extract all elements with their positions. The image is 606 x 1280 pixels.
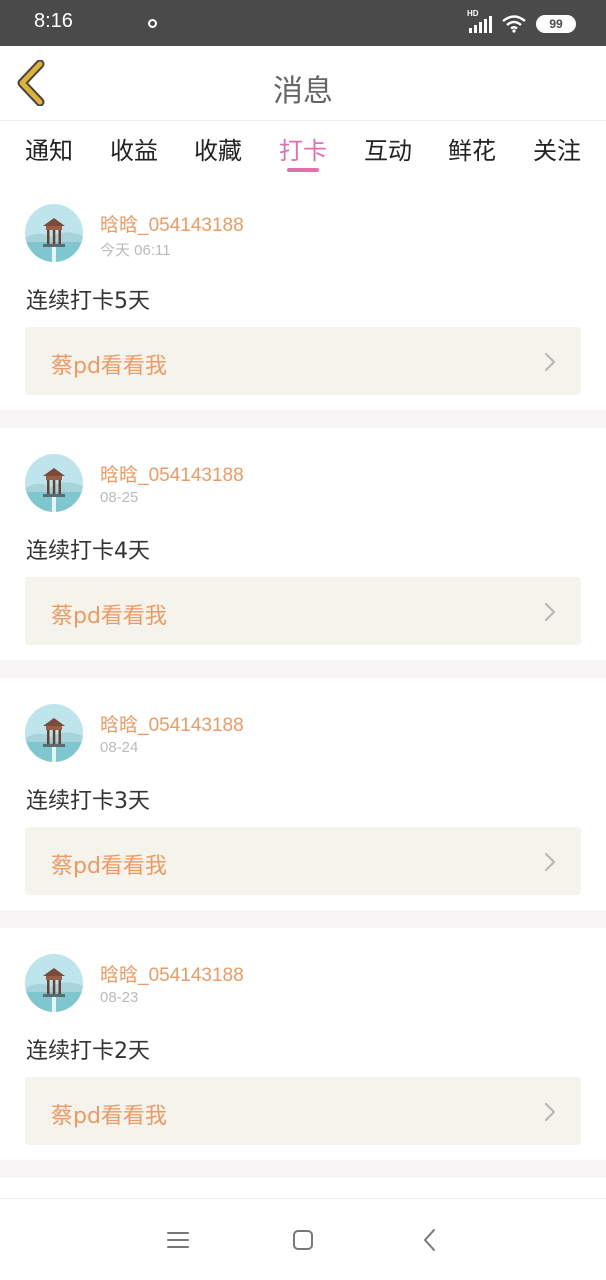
pavilion-avatar-image [25,954,83,1012]
pavilion-avatar-image [25,704,83,762]
chevron-right-icon [544,852,556,872]
message-card: 晗晗_054143188 08-23 连续打卡2天 蔡pd看看我 [0,928,606,1160]
chevron-right-icon [544,352,556,372]
app-header: 消息 [0,46,606,120]
avatar[interactable] [25,704,83,762]
message-list: 晗晗_054143188 今天 06:11 连续打卡5天 蔡pd看看我 晗晗_0… [0,178,606,1178]
username[interactable]: 晗晗_054143188 [100,460,244,487]
message-time: 08-25 [100,489,139,506]
tab-notifications[interactable]: 通知 [17,131,81,166]
tab-favorites[interactable]: 收藏 [186,131,250,166]
action-label: 蔡pd看看我 [51,854,167,879]
avatar[interactable] [25,454,83,512]
pavilion-avatar-image [25,454,83,512]
tab-following[interactable]: 关注 [525,131,589,166]
message-card: 晗晗_054143188 今天 06:11 连续打卡5天 蔡pd看看我 [0,178,606,410]
view-action-button[interactable]: 蔡pd看看我 [25,1077,581,1145]
action-label: 蔡pd看看我 [51,604,167,629]
status-indicators: HD 99 [467,9,576,34]
message-text: 连续打卡3天 [26,789,150,814]
tab-earnings[interactable]: 收益 [102,131,166,166]
wifi-icon [502,15,526,33]
chevron-right-icon [544,1102,556,1122]
back-chevron-icon[interactable] [418,1227,444,1253]
username[interactable]: 晗晗_054143188 [100,710,244,737]
avatar[interactable] [25,204,83,262]
active-tab-indicator [287,168,319,172]
message-card: 晗晗_054143188 08-24 连续打卡3天 蔡pd看看我 [0,678,606,910]
action-label: 蔡pd看看我 [51,354,167,379]
status-bar: 8:16 HD 99 [0,0,606,46]
divider [0,410,606,428]
page-title: 消息 [273,74,333,109]
action-label: 蔡pd看看我 [51,1104,167,1129]
signal-icon: HD [467,9,492,33]
message-text: 连续打卡5天 [26,289,150,314]
chevron-right-icon [544,602,556,622]
username[interactable]: 晗晗_054143188 [100,210,244,237]
message-time: 08-23 [100,989,139,1006]
system-nav-bar [0,1198,606,1280]
message-card: 晗晗_054143188 08-25 连续打卡4天 蔡pd看看我 [0,428,606,660]
sync-icon [148,19,157,28]
divider [0,660,606,678]
view-action-button[interactable]: 蔡pd看看我 [25,577,581,645]
message-time: 今天 06:11 [100,242,171,259]
tab-checkin[interactable]: 打卡 [271,131,335,166]
message-text: 连续打卡4天 [26,539,150,564]
tab-bar: 通知 收益 收藏 打卡 互动 鲜花 关注 [0,120,606,176]
home-square-icon[interactable] [290,1227,316,1253]
message-text: 连续打卡2天 [26,1039,150,1064]
status-time: 8:16 [34,10,73,32]
pavilion-avatar-image [25,204,83,262]
divider [0,910,606,928]
username[interactable]: 晗晗_054143188 [100,960,244,987]
tab-interactions[interactable]: 互动 [356,131,420,166]
menu-icon[interactable] [165,1227,191,1253]
avatar[interactable] [25,954,83,1012]
hd-label: HD [467,9,479,18]
view-action-button[interactable]: 蔡pd看看我 [25,327,581,395]
divider [0,1160,606,1178]
tab-flowers[interactable]: 鲜花 [440,131,504,166]
battery-icon: 99 [536,15,576,33]
view-action-button[interactable]: 蔡pd看看我 [25,827,581,895]
message-time: 08-24 [100,739,139,756]
